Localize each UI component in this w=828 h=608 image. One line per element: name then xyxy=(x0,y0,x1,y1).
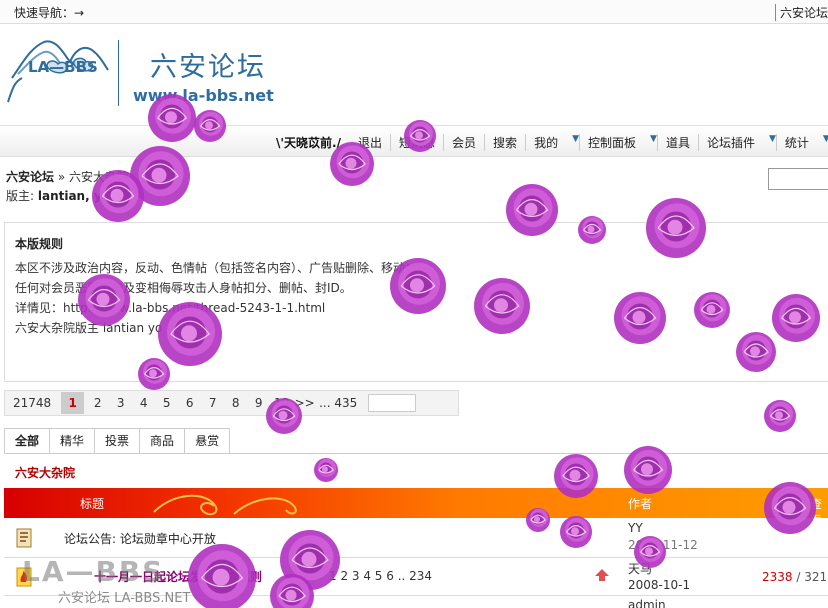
watermark-logo: LA—BBS xyxy=(22,555,165,588)
swirl-ornament-icon xyxy=(153,494,297,516)
page-link[interactable]: 4 xyxy=(132,396,155,410)
pagination: 21748 1 2 3 4 5 6 7 8 9 10 >>... 435 xyxy=(4,390,459,416)
nav-item[interactable]: 会员 xyxy=(443,134,484,151)
thread-pages[interactable]: 1 2 3 4 5 6 .. 234 xyxy=(329,569,432,583)
main-nav: \'天晓苡前./ 退出 短消息 会员 搜索 我的 ▼ 控制面板 ▼ 道具 论坛插件 ▼ 统计 ▼ xyxy=(0,125,828,157)
moderators-label: 版主: xyxy=(6,189,38,203)
page-link[interactable]: 9 xyxy=(247,396,270,410)
page-link[interactable]: 2 xyxy=(86,396,109,410)
rules-line: 六安大杂院版主 lantian yo xyxy=(15,321,163,335)
header-author: 作者 xyxy=(628,497,653,511)
rules-title: 本版规则 xyxy=(15,237,64,251)
top-right-link[interactable]: 六安论坛 xyxy=(774,4,828,21)
logo-text: LA—BBS xyxy=(28,58,98,76)
chevron-down-icon[interactable]: ▼ xyxy=(769,134,776,151)
quick-nav[interactable]: 快速导航：→ xyxy=(14,4,84,21)
rules-link[interactable]: 详情见：http://www.la-bbs.net/thread-5243-1-… xyxy=(15,299,325,316)
tab-filter[interactable]: 商品 xyxy=(140,428,186,453)
top-bar: 快速导航：→ 六安论坛 xyxy=(0,0,828,24)
reply-count: 2338 xyxy=(762,570,793,584)
thread-table-header: 标题 作者 查看 xyxy=(4,488,828,528)
logo-divider xyxy=(118,40,119,106)
nav-item[interactable]: 退出 xyxy=(350,134,390,151)
thread-stats: 2338 / 3219 xyxy=(762,570,828,584)
thread-author[interactable]: YY xyxy=(628,521,643,535)
page-link[interactable]: 5 xyxy=(155,396,178,410)
forum-title[interactable]: 六安大杂院 xyxy=(15,464,75,481)
nav-item[interactable]: 我的 xyxy=(525,134,566,151)
nav-item[interactable]: 搜索 xyxy=(484,134,525,151)
chevron-down-icon[interactable]: ▼ xyxy=(823,134,828,151)
page-link[interactable]: 7 xyxy=(201,396,224,410)
page-jump-input[interactable] xyxy=(368,394,417,412)
page-link[interactable]: ... 435 xyxy=(316,396,360,410)
breadcrumb-home[interactable]: 六安论坛 xyxy=(6,170,54,184)
page-link[interactable]: 8 xyxy=(224,396,247,410)
site-name[interactable]: 六安论坛 xyxy=(150,45,266,84)
watermark-url: 六安论坛 LA-BBS.NET xyxy=(58,591,191,606)
nav-item[interactable]: 道具 xyxy=(656,134,698,151)
nav-item[interactable]: 短消息 xyxy=(390,134,443,151)
view-count: / 3219 xyxy=(796,570,828,584)
page-link[interactable]: 10 xyxy=(270,396,293,410)
rose-icon xyxy=(314,458,338,482)
nav-items: 退出 短消息 会员 搜索 我的 ▼ 控制面板 ▼ 道具 论坛插件 ▼ 统计 ▼ xyxy=(350,134,828,151)
forum-rules: 本版规则 本区不涉及政治内容，反动、色情帖（包括签名内容）、广告贴删除、移动； … xyxy=(4,222,828,382)
thread-author[interactable]: 天马 xyxy=(628,560,652,577)
chevron-down-icon[interactable]: ▼ xyxy=(572,134,579,151)
moderators-names[interactable]: lantian, yo xyxy=(38,189,110,203)
search-input[interactable] xyxy=(768,168,828,190)
page-link[interactable]: 1 xyxy=(61,392,85,414)
reply-count-icon xyxy=(595,569,609,581)
rules-line: 任何对会员恶意攻击及变相侮辱攻击人身帖扣分、删帖、封ID。 xyxy=(15,281,352,295)
site-url[interactable]: www.la-bbs.net xyxy=(133,86,274,105)
tab-filter[interactable]: 精华 xyxy=(50,428,96,453)
thread-row[interactable]: 论坛公告: 论坛勋章中心开放 YY 2008-11-12 xyxy=(4,518,828,558)
breadcrumb: 六安论坛 » 六安大杂院 xyxy=(6,168,129,185)
page-link[interactable]: >> xyxy=(293,396,316,410)
watermark: LA—BBS 六安论坛 LA-BBS.NET xyxy=(22,555,190,606)
nav-item[interactable]: 论坛插件 xyxy=(697,134,763,151)
announcement-icon xyxy=(16,528,32,548)
tab-filter[interactable]: 投票 xyxy=(95,428,141,453)
nav-item[interactable]: 控制面板 xyxy=(579,134,644,151)
rules-line: 本区不涉及政治内容，反动、色情帖（包括签名内容）、广告贴删除、移动； xyxy=(15,261,418,275)
tab-filter[interactable]: 悬赏 xyxy=(185,428,231,453)
page-link[interactable]: 6 xyxy=(178,396,201,410)
chevron-down-icon[interactable]: ▼ xyxy=(650,134,657,151)
page-link[interactable]: 3 xyxy=(109,396,132,410)
moderators: 版主: lantian, yo xyxy=(6,187,110,204)
thread-date: 2008-11-12 xyxy=(628,538,698,552)
thread-subject[interactable]: 论坛公告: 论坛勋章中心开放 xyxy=(64,530,216,547)
username-greeting[interactable]: \'天晓苡前./ xyxy=(276,134,341,151)
header-subject: 标题 xyxy=(80,497,105,511)
nav-item[interactable]: 统计 xyxy=(775,134,817,151)
tab-filter[interactable]: 全部 xyxy=(4,428,51,453)
filter-tabs: 全部 精华 投票 商品 悬赏 xyxy=(4,428,828,454)
thread-author[interactable]: admin xyxy=(628,598,666,608)
thread-total: 21748 xyxy=(13,396,52,410)
breadcrumb-current[interactable]: » 六安大杂院 xyxy=(54,170,129,184)
thread-date: 2008-10-1 xyxy=(628,578,691,592)
